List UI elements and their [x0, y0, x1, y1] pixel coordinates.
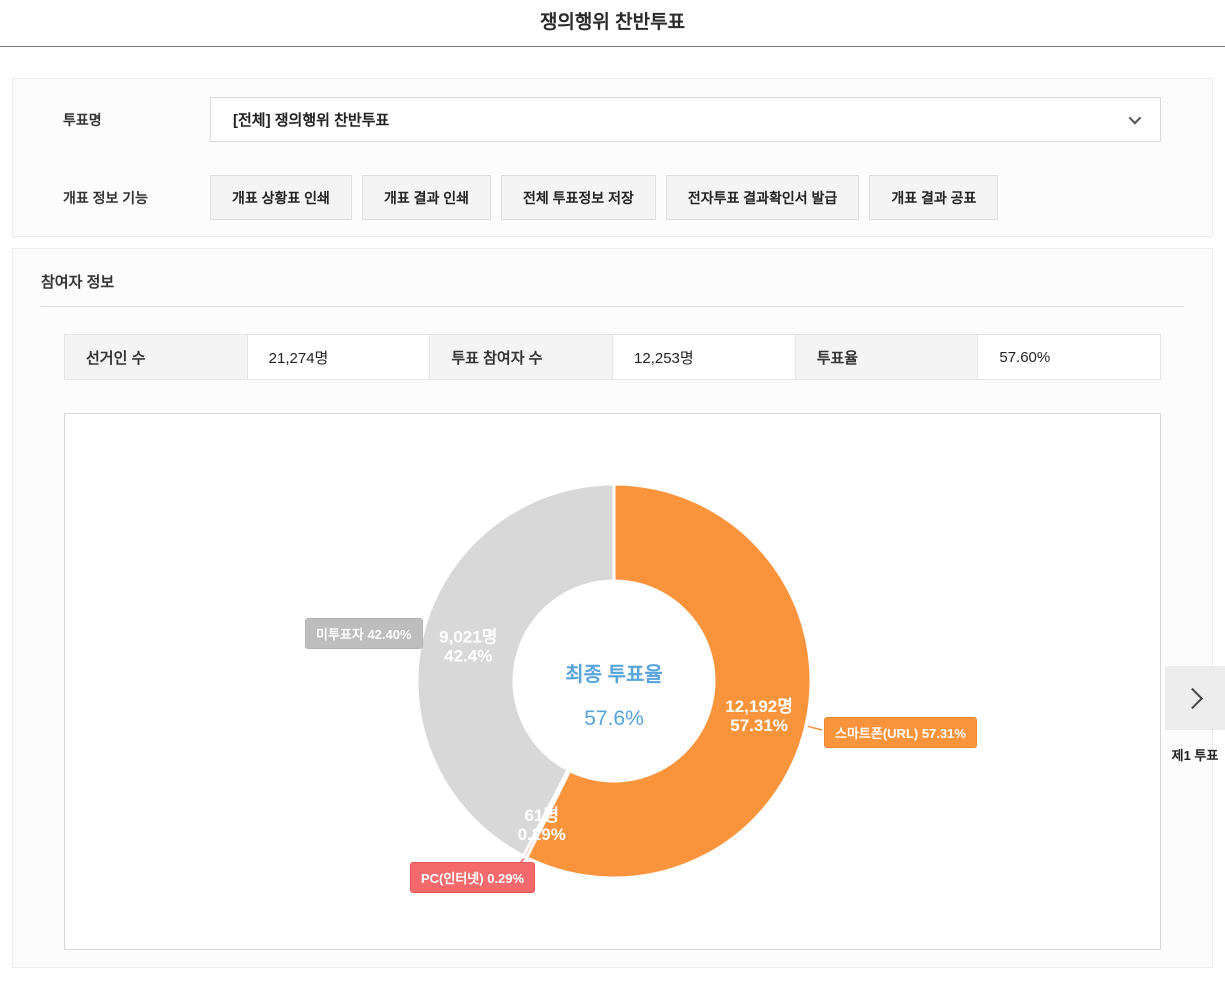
voters-count-value: 12,253명: [612, 334, 796, 380]
slice-value-label-1: 61명0.29%: [518, 806, 566, 844]
callout-badge-nonvoters: 미투표자 42.40%: [305, 618, 423, 649]
controls-card: 투표명 [전체] 쟁의행위 찬반투표 개표 정보 기능 개표 상황표 인쇄 개표…: [12, 78, 1213, 237]
slice-value-label-2: 9,021명42.4%: [439, 628, 497, 666]
participants-section-title: 참여자 정보: [41, 249, 1184, 307]
vote-pager: 제1 투표: [1165, 666, 1225, 764]
chevron-right-icon: [1181, 687, 1202, 708]
print-count-result-button[interactable]: 개표 결과 인쇄: [362, 175, 491, 220]
electors-count-value: 21,274명: [247, 334, 431, 380]
vote-name-label: 투표명: [13, 110, 210, 130]
participants-stats-table: 선거인 수 21,274명 투표 참여자 수 12,253명 투표율 57.60…: [64, 334, 1161, 380]
vote-name-row: 투표명 [전체] 쟁의행위 찬반투표: [13, 97, 1212, 142]
donut-center-label: 최종 투표율 57.6%: [514, 658, 714, 731]
publish-count-result-button[interactable]: 개표 결과 공표: [869, 175, 998, 220]
vote-name-select[interactable]: [전체] 쟁의행위 찬반투표: [210, 97, 1161, 142]
count-functions-label: 개표 정보 기능: [13, 188, 210, 208]
save-all-vote-info-button[interactable]: 전체 투표정보 저장: [501, 175, 656, 220]
callout-badge-smartphone: 스마트폰(URL) 57.31%: [824, 717, 977, 748]
donut-center-title: 최종 투표율: [514, 658, 714, 687]
chevron-down-icon: [1129, 112, 1142, 125]
issue-evote-certificate-button[interactable]: 전자투표 결과확인서 발급: [666, 175, 859, 220]
donut-center-value: 57.6%: [514, 707, 714, 731]
page-title: 쟁의행위 찬반투표: [0, 0, 1225, 35]
callout-badge-pc: PC(인터넷) 0.29%: [410, 862, 535, 893]
count-functions-row: 개표 정보 기능 개표 상황표 인쇄 개표 결과 인쇄 전체 투표정보 저장 전…: [13, 175, 1212, 220]
title-divider: [0, 46, 1225, 47]
electors-count-label: 선거인 수: [64, 334, 248, 380]
voters-count-label: 투표 참여자 수: [429, 334, 613, 380]
slice-value-label-0: 12,192명57.31%: [725, 697, 793, 735]
turnout-value: 57.60%: [977, 334, 1161, 380]
turnout-label: 투표율: [795, 334, 979, 380]
vote-name-selected-value: [전체] 쟁의행위 찬반투표: [233, 109, 389, 130]
next-vote-button[interactable]: [1165, 666, 1225, 730]
callout-leader-line-0: [808, 726, 822, 730]
participants-card: 참여자 정보 선거인 수 21,274명 투표 참여자 수 12,253명 투표…: [12, 248, 1213, 968]
print-count-status-button[interactable]: 개표 상황표 인쇄: [210, 175, 352, 220]
turnout-donut-chart: 12,192명57.31% 61명0.29% 9,021명42.4% 최종 투표율 …: [64, 413, 1161, 950]
next-vote-caption: 제1 투표: [1165, 745, 1225, 764]
